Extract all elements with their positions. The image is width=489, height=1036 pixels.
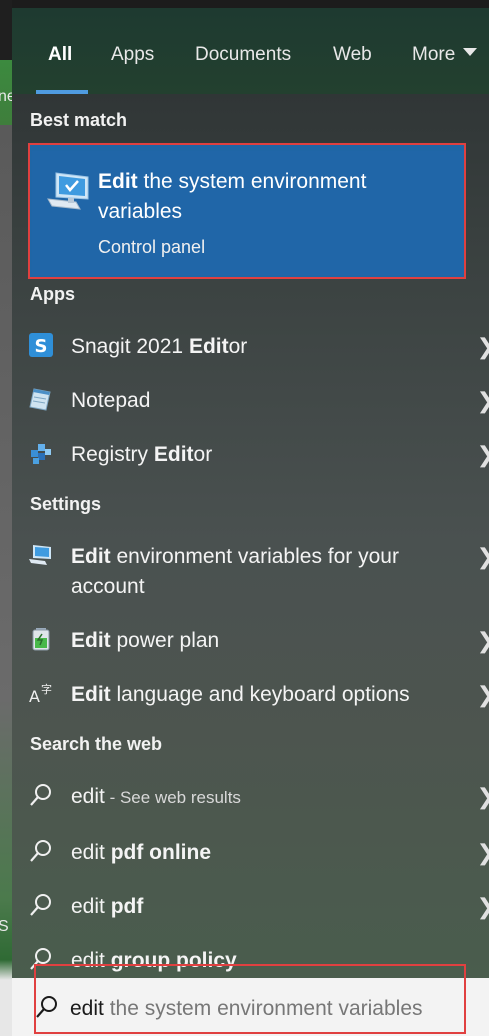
settings-heading: Settings <box>30 494 102 514</box>
chevron-right-icon[interactable]: ❯ <box>477 388 489 414</box>
web-result-label: edit - See web results <box>71 785 241 808</box>
chevron-right-icon[interactable]: ❯ <box>477 840 489 866</box>
chevron-right-icon[interactable]: ❯ <box>477 784 489 810</box>
background-window-edge: ne S <box>0 0 16 1036</box>
settings-item-environment-variables[interactable]: Edit environment variables for your acco… <box>12 530 489 602</box>
snagit-icon: S <box>29 333 53 357</box>
svg-text:字: 字 <box>41 682 52 696</box>
registry-icon <box>31 444 51 464</box>
panel-top-edge <box>12 0 489 8</box>
app-item-label: Notepad <box>71 389 151 412</box>
app-item-registry-editor[interactable]: Registry Editor ❯ <box>12 428 489 476</box>
chevron-right-icon[interactable]: ❯ <box>477 442 489 468</box>
tab-more-label: More <box>412 44 456 65</box>
web-result-label: edit pdf online <box>71 841 212 864</box>
tab-active-indicator <box>36 90 89 94</box>
best-match-highlight: Edit the system environment variables Co… <box>32 151 464 275</box>
svg-text:S: S <box>35 336 48 357</box>
tab-all[interactable]: All <box>36 42 89 94</box>
settings-item-label: Edit environment variables for your acco… <box>71 545 399 598</box>
tab-documents[interactable]: Documents <box>195 42 291 94</box>
search-web-heading: Search the web <box>30 734 163 754</box>
chevron-right-icon[interactable]: ❯ <box>477 894 489 920</box>
apps-heading: Apps <box>30 284 75 304</box>
monitor-icon <box>47 172 89 210</box>
best-match-title: Edit the system environment variables <box>98 167 438 227</box>
svg-text:A: A <box>29 687 40 706</box>
app-item-notepad[interactable]: Notepad ❯ <box>12 374 489 422</box>
app-item-label: Registry Editor <box>71 443 213 466</box>
tab-web[interactable]: Web <box>333 42 372 94</box>
settings-item-power-plan[interactable]: Edit power plan ❯ <box>12 614 489 662</box>
background-text-fragment: S <box>0 918 9 935</box>
settings-item-language-keyboard[interactable]: A 字 Edit language and keyboard options ❯ <box>12 668 489 716</box>
chevron-right-icon[interactable]: ❯ <box>477 544 489 570</box>
search-bar[interactable]: edit the system environment variables <box>12 964 489 1036</box>
settings-item-label: Edit language and keyboard options <box>71 683 410 706</box>
best-match-subtitle: Control panel <box>98 237 206 257</box>
start-search-panel: All Apps Documents Web More Best match E… <box>12 8 489 978</box>
tab-apps[interactable]: Apps <box>111 42 154 94</box>
battery-icon <box>32 628 50 651</box>
search-filter-tabs: All Apps Documents Web More <box>12 8 489 94</box>
best-match-item[interactable]: Edit the system environment variables Co… <box>28 143 466 279</box>
chevron-right-icon[interactable]: ❯ <box>477 334 489 360</box>
search-highlight-box <box>34 964 466 1034</box>
web-result-item[interactable]: edit pdf ❯ <box>12 880 489 928</box>
tab-more[interactable]: More <box>412 42 478 94</box>
app-item-label: Snagit 2021 Editor <box>71 335 248 358</box>
language-icon: A 字 <box>29 682 52 706</box>
caret-down-icon <box>463 48 478 56</box>
search-icon <box>30 784 51 806</box>
web-result-item[interactable]: edit - See web results ❯ <box>12 770 489 818</box>
best-match-heading: Best match <box>30 110 128 130</box>
tab-all-label: All <box>48 44 73 65</box>
web-result-item[interactable]: edit pdf online ❯ <box>12 826 489 874</box>
notepad-icon <box>29 388 51 411</box>
best-match-title-bold: Edit <box>98 170 138 193</box>
chevron-right-icon[interactable]: ❯ <box>477 628 489 654</box>
best-match-title-rest: the system environment variables <box>98 170 367 223</box>
monitor-settings-icon <box>29 545 51 565</box>
settings-item-label: Edit power plan <box>71 629 220 652</box>
search-icon <box>30 840 51 862</box>
app-item-snagit[interactable]: S Snagit 2021 Editor ❯ <box>12 320 489 368</box>
search-icon <box>30 894 51 916</box>
web-result-label: edit pdf <box>71 895 144 918</box>
chevron-right-icon[interactable]: ❯ <box>477 682 489 708</box>
